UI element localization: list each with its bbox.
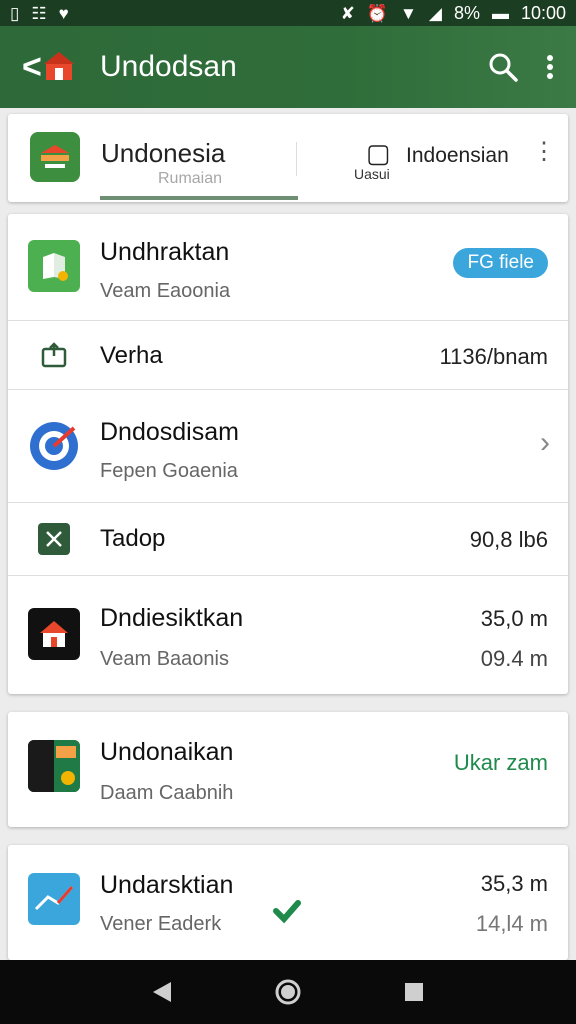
- header-card: Undonesia Rumaian ▢ Uasui Indoensian ⋮: [8, 114, 568, 202]
- heart-icon: ♥: [58, 3, 69, 23]
- page-title: Undodsan: [100, 50, 237, 83]
- secondary-label: Uasui: [354, 166, 390, 182]
- item-value-secondary: 09.4 m: [480, 646, 548, 671]
- item-title: Undhraktan: [100, 238, 230, 266]
- battery-icon: ▬: [491, 3, 509, 23]
- share-icon: [38, 339, 70, 371]
- clock: 10:00: [520, 2, 566, 23]
- mute-icon: ✘: [340, 3, 355, 23]
- list-card[interactable]: Undonaikan Daam Caabnih Ukar zam: [8, 712, 568, 827]
- app-toolbar: < Undodsan: [0, 26, 576, 108]
- app-icon: [30, 132, 80, 182]
- divider: [296, 142, 297, 176]
- item-subtitle: Veam Baaonis: [100, 648, 229, 670]
- item-subtitle: Veam Eaoonia: [100, 280, 231, 302]
- chart-icon: [28, 873, 80, 925]
- list-item[interactable]: Dndosdisam Fepen Goaenia ›: [8, 390, 568, 503]
- detail-label: Verha: [100, 342, 163, 369]
- message-icon: ☷: [31, 3, 47, 23]
- book-icon: [28, 240, 80, 292]
- item-title: Undonaikan: [100, 738, 234, 766]
- check-icon: [272, 895, 302, 930]
- nav-home-button[interactable]: [274, 978, 302, 1006]
- search-button[interactable]: [488, 52, 518, 82]
- list-card[interactable]: Undarsktian Vener Eaderk 35,3 m 14,l4 m: [8, 845, 568, 960]
- square-recents-icon: [405, 983, 424, 1001]
- detail-label: Tadop: [100, 525, 166, 552]
- circle-home-icon: [275, 979, 301, 1005]
- back-button[interactable]: <: [0, 26, 80, 108]
- tab-primary[interactable]: Rumaian: [158, 170, 222, 188]
- house-icon: [28, 608, 80, 660]
- overflow-menu-button[interactable]: [546, 54, 554, 80]
- item-title: Undarsktian: [100, 871, 234, 899]
- close-box-icon: [38, 523, 70, 555]
- list-item[interactable]: Dndiesiktkan Veam Baaonis 35,0 m 09.4 m: [8, 576, 568, 694]
- list-card: Undhraktan Veam Eaoonia FG fiele Verha 1…: [8, 214, 568, 694]
- battery-text: 8%: [453, 2, 480, 23]
- detail-row[interactable]: Verha 1136/bnam: [8, 321, 568, 390]
- app-logo-icon: [44, 52, 74, 80]
- tablet-icon[interactable]: ▢: [366, 138, 391, 169]
- nav-back-button[interactable]: [151, 980, 173, 1004]
- detail-row[interactable]: Tadop 90,8 lb6: [8, 503, 568, 576]
- item-subtitle: Daam Caabnih: [100, 782, 234, 804]
- list-item[interactable]: Undhraktan Veam Eaoonia FG fiele: [8, 214, 568, 321]
- chevron-right-icon[interactable]: ›: [540, 426, 550, 460]
- secondary-title[interactable]: Indoensian: [406, 144, 509, 168]
- system-nav-bar: [0, 960, 576, 1024]
- signal-icon: ◢: [428, 3, 442, 23]
- item-value: 35,3 m: [480, 871, 548, 896]
- search-icon: [489, 53, 518, 82]
- action-link[interactable]: Ukar zam: [454, 750, 548, 776]
- more-vert-icon[interactable]: ⋮: [532, 140, 556, 164]
- item-value: 35,0 m: [480, 606, 548, 631]
- item-subtitle: Vener Eaderk: [100, 913, 222, 935]
- item-subtitle: Fepen Goaenia: [100, 460, 238, 482]
- triangle-back-icon: [152, 982, 171, 1002]
- sim-icon: ▯: [10, 3, 20, 23]
- more-vert-icon: [547, 55, 553, 79]
- status-badge[interactable]: FG fiele: [453, 248, 548, 278]
- wifi-icon: ▼: [400, 3, 417, 23]
- status-bar: ▯ ☷ ♥ ✘ ⏰ ▼ ◢ 8% ▬ 10:00: [0, 0, 576, 26]
- menu-stack-icon: [41, 145, 69, 168]
- chevron-left-icon: <: [22, 48, 42, 86]
- detail-value: 90,8 lb6: [469, 527, 548, 552]
- photo-icon: [28, 740, 80, 792]
- tab-indicator: [100, 196, 298, 200]
- item-title: Dndosdisam: [100, 418, 239, 446]
- nav-recents-button[interactable]: [403, 981, 425, 1003]
- header-title: Undonesia: [101, 138, 226, 168]
- detail-value: 1136/bnam: [439, 344, 548, 369]
- alarm-icon: ⏰: [366, 3, 389, 23]
- item-title: Dndiesiktkan: [100, 604, 244, 632]
- item-value-secondary: 14,l4 m: [475, 911, 548, 936]
- target-icon: [28, 420, 80, 472]
